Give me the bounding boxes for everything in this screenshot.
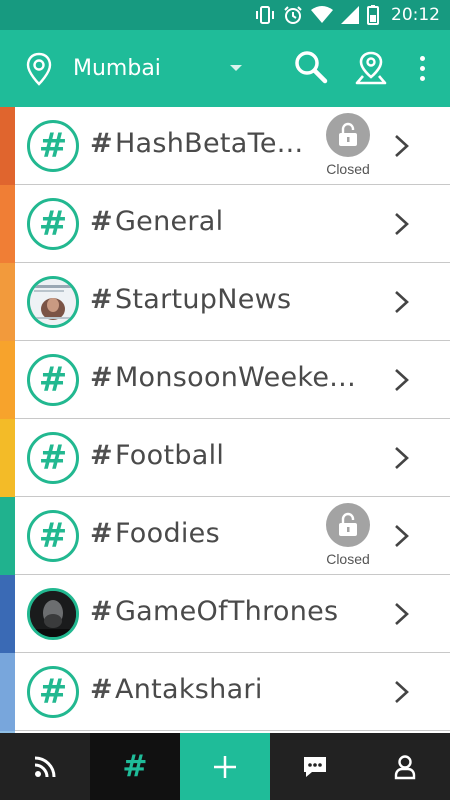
closed-badge: Closed xyxy=(323,503,373,567)
chevron-right-icon[interactable] xyxy=(392,446,412,475)
chevron-right-icon[interactable] xyxy=(392,368,412,397)
channel-name: #GameOfThrones xyxy=(90,596,339,627)
portrait-photo-avatar xyxy=(27,588,79,640)
channel-row-antakshari[interactable]: # #Antakshari xyxy=(0,653,450,731)
channel-name: #MonsoonWeeke... xyxy=(90,362,356,393)
chevron-right-icon[interactable] xyxy=(392,134,412,163)
channel-row-startupnews[interactable]: #StartupNews xyxy=(0,263,450,341)
hashtag-icon: # xyxy=(27,120,79,172)
hashtag-icon: # xyxy=(27,666,79,718)
hashtag-icon: # xyxy=(27,432,79,484)
lock-open-icon xyxy=(326,503,370,547)
channel-row-football[interactable]: # #Football xyxy=(0,419,450,497)
closed-badge: Closed xyxy=(323,113,373,177)
map-pin-icon[interactable] xyxy=(354,50,388,91)
channel-name: #Antakshari xyxy=(90,674,263,705)
feed-icon[interactable] xyxy=(0,733,90,800)
status-time: 20:12 xyxy=(391,5,440,25)
status-bar: 20:12 xyxy=(0,0,450,30)
alarm-icon xyxy=(283,5,303,25)
channel-row-foodies[interactable]: # #Foodies Closed xyxy=(0,497,450,575)
row-color-stripe xyxy=(0,107,15,185)
chevron-right-icon[interactable] xyxy=(392,290,412,319)
bottom-navigation: # xyxy=(0,733,450,800)
channel-row-general[interactable]: # #General xyxy=(0,185,450,263)
chevron-right-icon[interactable] xyxy=(392,602,412,631)
news-photo-avatar xyxy=(27,276,79,328)
location-pin-icon[interactable] xyxy=(26,52,52,91)
row-color-stripe xyxy=(0,653,15,731)
chat-icon[interactable] xyxy=(270,733,360,800)
channel-row-monsoonweekend[interactable]: # #MonsoonWeeke... xyxy=(0,341,450,419)
row-color-stripe xyxy=(0,419,15,497)
search-icon[interactable] xyxy=(294,50,328,89)
channel-name: #StartupNews xyxy=(90,284,292,315)
channel-row-hashbetatest[interactable]: # #HashBetaTe... Closed xyxy=(0,107,450,185)
profile-icon[interactable] xyxy=(360,733,450,800)
app-bar: Mumbai xyxy=(0,30,450,107)
hashtag-icon: # xyxy=(27,510,79,562)
signal-icon xyxy=(341,6,359,24)
vibrate-icon xyxy=(255,5,275,25)
hashtag-icon: # xyxy=(27,198,79,250)
channel-list: # #HashBetaTe... Closed # #General #Star… xyxy=(0,107,450,733)
hashtag-icon: # xyxy=(27,354,79,406)
battery-icon xyxy=(367,5,379,25)
row-color-stripe xyxy=(0,575,15,653)
row-color-stripe xyxy=(0,263,15,341)
chevron-right-icon[interactable] xyxy=(392,524,412,553)
hashtag-icon[interactable]: # xyxy=(90,733,180,800)
channel-name: #Foodies xyxy=(90,518,220,549)
channel-row-gameofthrones[interactable]: #GameOfThrones xyxy=(0,575,450,653)
closed-label: Closed xyxy=(326,551,370,567)
add-icon[interactable] xyxy=(180,733,270,800)
channel-name: #General xyxy=(90,206,224,237)
lock-open-icon xyxy=(326,113,370,157)
row-color-stripe xyxy=(0,185,15,263)
row-color-stripe xyxy=(0,341,15,419)
overflow-menu-icon[interactable] xyxy=(412,50,432,86)
dropdown-arrow-icon[interactable] xyxy=(230,65,242,71)
chevron-right-icon[interactable] xyxy=(392,212,412,241)
channel-name: #Football xyxy=(90,440,225,471)
chevron-right-icon[interactable] xyxy=(392,680,412,709)
wifi-icon xyxy=(311,6,333,24)
city-selector[interactable]: Mumbai xyxy=(73,56,161,81)
channel-name: #HashBetaTe... xyxy=(90,128,304,159)
row-color-stripe xyxy=(0,497,15,575)
closed-label: Closed xyxy=(326,161,370,177)
